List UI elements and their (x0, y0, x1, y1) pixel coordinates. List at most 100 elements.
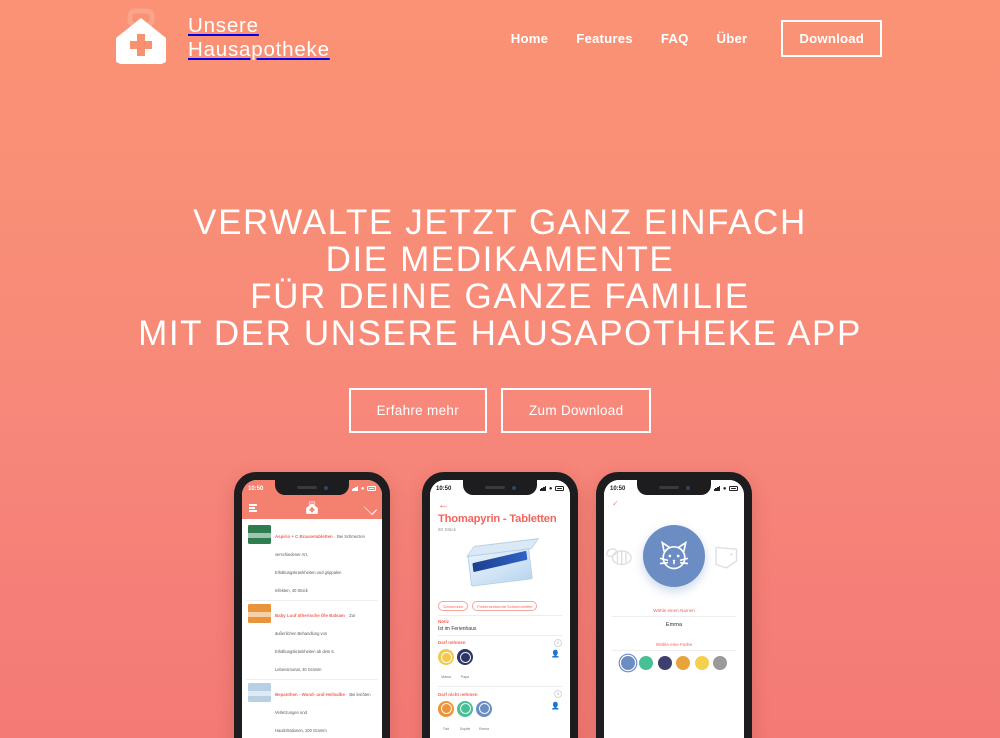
status-time: 10:50 (248, 485, 264, 492)
avatar-name: Emma (479, 726, 489, 731)
lion-face-icon (440, 703, 452, 714)
signal-icon (713, 486, 721, 491)
list-item[interactable]: Baby Luuf ätherische Öle Balsam Zur äuße… (246, 601, 378, 680)
phone-mockups: 10:50 ● Aspirin + C Brausetabletten Bei … (0, 472, 1000, 738)
note-label: Notiz (438, 619, 449, 624)
main-navigation: Home Features FAQ Über Download (497, 19, 882, 57)
color-swatches (612, 651, 736, 670)
medicine-title: Thomapyrin - Tabletten (438, 513, 557, 525)
pencil-edit-icon[interactable] (366, 504, 375, 513)
color-swatch-yellow[interactable] (694, 656, 709, 670)
phone-screen: 10:50 ● Aspirin + C Brausetabletten Bei … (242, 480, 382, 738)
medicine-description: Bei Schmerzen verschiedener Art, Erkältu… (275, 534, 365, 593)
avatar[interactable]: Tobi (438, 700, 454, 735)
cat-face-icon[interactable] (643, 525, 705, 587)
denied-avatars: Tobi Sophie Emma 👤 (438, 700, 562, 735)
note-section: Notiz Ist im Ferienhaus (438, 615, 562, 635)
medicine-kit-house-icon (108, 8, 174, 68)
avatar-picker[interactable] (605, 508, 738, 604)
wifi-icon: ● (360, 485, 365, 492)
medicine-name: Bepanthen - Wund- und Heilsalbe (275, 692, 345, 697)
dog-face-icon[interactable] (711, 539, 744, 573)
nav-item-faq[interactable]: FAQ (647, 25, 703, 52)
note-value: Ist im Ferienhaus (438, 625, 477, 632)
color-swatch-gray[interactable] (713, 656, 728, 670)
phone-profile-editor: 10:50 ● ✓ Wähle einen Namen Emma Wähle e… (596, 472, 752, 738)
medicine-description: Zur äußerlichen Behandlung von Erkältung… (275, 613, 356, 672)
detail-body: ← Thomapyrin - Tabletten 60 Stück Schmer… (430, 497, 570, 738)
cat-face-icon (478, 703, 490, 714)
owl-face-icon (440, 651, 452, 663)
denied-section: Darf nicht nehmen 3 Tobi Sophie Emma 👤 (438, 686, 562, 738)
battery-icon (367, 486, 376, 491)
add-person-icon[interactable]: 👤 (551, 703, 560, 710)
avatar-name: Papa (461, 675, 469, 679)
phone-notch (637, 480, 711, 495)
medicine-name: Aspirin + C Brausetabletten (275, 534, 333, 539)
site-header: Unsere Hausapotheke Home Features FAQ Üb… (0, 0, 1000, 76)
hero-headline: VERWALTE JETZT GANZ EINFACH DIE MEDIKAME… (138, 203, 862, 353)
phone-notch (275, 480, 349, 495)
allowed-label: Darf nehmen (438, 640, 466, 645)
product-thumbnail (248, 525, 271, 544)
color-swatch-orange[interactable] (676, 656, 691, 670)
medicine-quantity: 60 Stück (438, 527, 456, 532)
status-time: 10:50 (436, 485, 452, 492)
brand-name: Unsere Hausapotheke (188, 14, 330, 61)
brand-logo[interactable]: Unsere Hausapotheke (108, 8, 330, 68)
product-thumbnail (248, 604, 271, 623)
download-button[interactable]: Download (781, 19, 882, 57)
camera-icon (323, 485, 328, 490)
product-thumbnail (248, 683, 271, 702)
status-icons: ● (539, 485, 564, 492)
allowed-avatars: Mama Papa 👤 (438, 649, 562, 683)
medicine-kit-house-icon (304, 501, 320, 515)
status-icons: ● (713, 486, 738, 492)
avatar[interactable]: Sophie (457, 700, 473, 735)
nav-item-ueber[interactable]: Über (703, 25, 762, 52)
avatar-name: Sophie (459, 726, 471, 731)
tag-chip[interactable]: Fiebersenkende Schmerzmittel (472, 601, 538, 611)
battery-icon (555, 486, 564, 491)
list-item[interactable]: Bepanthen - Wund- und Heilsalbe Bei leic… (246, 680, 378, 738)
phone-screen: 10:50 ● ← Thomapyrin - Tabletten 60 Stüc… (430, 480, 570, 738)
denied-count: 3 (554, 690, 562, 698)
learn-more-button[interactable]: Erfahre mehr (348, 388, 487, 433)
medicine-list[interactable]: Aspirin + C Brausetabletten Bei Schmerze… (242, 519, 382, 738)
phone-notch (463, 480, 537, 495)
medicine-name: Baby Luuf ätherische Öle Balsam (275, 613, 345, 618)
avatar[interactable]: Emma (476, 700, 492, 735)
check-icon[interactable]: ✓ (612, 497, 736, 508)
signal-icon (539, 486, 547, 491)
list-item[interactable]: Aspirin + C Brausetabletten Bei Schmerze… (246, 522, 378, 601)
arrow-left-icon[interactable]: ← (438, 497, 562, 513)
signal-icon (351, 486, 359, 491)
profile-body: ✓ Wähle einen Namen Emma Wähle eine Farb… (604, 497, 744, 738)
color-swatch-blue[interactable] (620, 656, 635, 670)
avatar[interactable]: Mama (438, 649, 454, 683)
nav-item-home[interactable]: Home (497, 25, 562, 52)
phone-screen: 10:50 ● ✓ Wähle einen Namen Emma Wähle e… (604, 480, 744, 738)
bee-face-icon[interactable] (604, 539, 637, 573)
color-swatch-navy[interactable] (657, 656, 672, 670)
name-input[interactable]: Emma (612, 617, 736, 638)
wifi-icon: ● (548, 485, 553, 492)
avatar[interactable]: Papa (457, 649, 473, 683)
tag-list: Schmerzen Fiebersenkende Schmerzmittel (438, 598, 562, 615)
color-swatch-green[interactable] (639, 656, 654, 670)
thomapyrin-package-icon (466, 537, 540, 587)
battery-icon (729, 486, 738, 491)
go-to-download-button[interactable]: Zum Download (501, 388, 652, 433)
phone-medicine-list: 10:50 ● Aspirin + C Brausetabletten Bei … (234, 472, 390, 738)
camera-icon (685, 485, 690, 490)
hamburger-menu-icon[interactable] (249, 504, 257, 512)
avatar-name: Tobi (442, 726, 450, 731)
app-bar (242, 497, 382, 519)
speaker-icon (658, 486, 679, 489)
add-person-icon[interactable]: 👤 (551, 651, 560, 658)
frog-face-icon (459, 703, 471, 714)
nav-item-features[interactable]: Features (562, 25, 647, 52)
camera-icon (511, 485, 516, 490)
tag-chip[interactable]: Schmerzen (438, 601, 469, 611)
bear-face-icon (459, 651, 471, 663)
